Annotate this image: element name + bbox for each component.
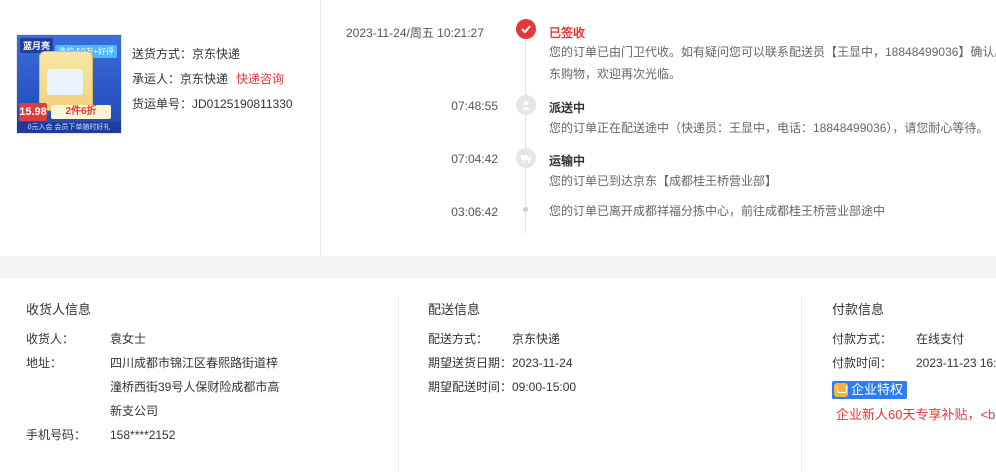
receiver-address-line: 潼桥西街39号人保财险成都市高 (110, 380, 280, 394)
tracking-number-label: 货运单号： (132, 97, 193, 111)
product-deal-badge: 2件6折 (51, 105, 111, 119)
product-price-badge: 15.98 (19, 103, 47, 121)
timeline-status-title: 已签收 (549, 26, 586, 40)
timeline-status-desc: 您的订单已到达京东【成都桂王桥营业部】 (549, 174, 778, 188)
delivery-time-label: 期望配送时间： (428, 380, 513, 394)
delivery-time-row: 期望配送时间：09:00-15:00 (428, 378, 576, 395)
timeline-time: 2023-11-24/周五 10:21:27 (346, 26, 484, 40)
carrier-value: 京东快递 (180, 72, 229, 86)
order-tracking-panel: 蓝月亮 洗护 50万+好评 15.98 2件6折 0元入会 会员下单随时好礼 送… (0, 0, 996, 256)
payment-info-title: 付款信息 (832, 302, 885, 317)
payment-method-value: 在线支付 (916, 332, 965, 346)
delivery-method-label: 配送方式： (428, 332, 489, 346)
receiver-phone-value: 158****2152 (110, 428, 176, 442)
payment-time-value: 2023-11-23 16: (916, 356, 996, 370)
courier-consult-link[interactable]: 快递咨询 (236, 72, 284, 86)
receiver-address-label: 地址： (26, 356, 63, 370)
panel-divider (320, 0, 321, 256)
delivery-date-label: 期望送货日期： (428, 356, 513, 370)
timeline-status-desc: 东购物，欢迎再次光临。 (549, 67, 682, 81)
timeline-line (525, 28, 526, 234)
timeline-status-desc: 您的订单已由门卫代收。如有疑问您可以联系配送员【王显中，18848499036】… (549, 45, 996, 59)
column-divider (398, 296, 399, 472)
tracking-number-row: 货运单号：JD0125190811330 (132, 95, 293, 112)
receiver-info-title: 收货人信息 (26, 302, 92, 317)
payment-time-row: 付款时间： 2023-11-23 16: (832, 354, 996, 371)
shipping-method-label: 送货方式： (132, 47, 193, 61)
timeline-status-title: 运输中 (549, 154, 586, 168)
payment-method-row: 付款方式： 在线支付 (832, 330, 964, 347)
gift-icon (834, 383, 848, 397)
delivery-method-value: 京东快递 (512, 332, 561, 346)
check-icon (516, 19, 536, 39)
delivery-time-value: 09:00-15:00 (512, 380, 577, 394)
delivery-person-icon (516, 95, 536, 115)
timeline-time: 03:06:42 (451, 205, 498, 219)
shipping-method-row: 送货方式：京东快递 (132, 45, 240, 62)
delivery-date-value: 2023-11-24 (512, 356, 573, 370)
carrier-row: 承运人：京东快递 快递咨询 (132, 70, 284, 87)
shipping-method-value: 京东快递 (192, 47, 241, 61)
transit-icon (516, 148, 536, 168)
product-member-strip: 0元入会 会员下单随时好礼 (17, 122, 121, 133)
receiver-address-line: 新支公司 (110, 404, 159, 418)
tracking-number-value: JD0125190811330 (192, 97, 293, 111)
payment-time-label: 付款时间： (832, 356, 893, 370)
timeline-dot (523, 207, 528, 212)
product-bottle-label (47, 69, 83, 95)
timeline-status-title: 派送中 (549, 101, 586, 115)
enterprise-perk-label: 企业特权 (851, 382, 904, 397)
order-info-section: 收货人信息 收货人： 袁女士 地址： 四川成都市锦江区春熙路街道梓 潼桥西街39号… (0, 278, 996, 472)
receiver-name-value: 袁女士 (110, 332, 147, 346)
enterprise-perk-badge[interactable]: 企业特权 (832, 381, 908, 399)
receiver-name-row: 收货人： 袁女士 (26, 330, 146, 347)
product-thumbnail[interactable]: 蓝月亮 洗护 50万+好评 15.98 2件6折 0元入会 会员下单随时好礼 (16, 34, 122, 134)
timeline-time: 07:48:55 (451, 99, 498, 113)
timeline-time: 07:04:42 (451, 152, 498, 166)
enterprise-perk-promo[interactable]: 企业新人60天专享补贴，<br> (836, 404, 996, 423)
carrier-label: 承运人： (132, 72, 181, 86)
section-separator (0, 256, 996, 278)
payment-method-label: 付款方式： (832, 332, 893, 346)
delivery-info-title: 配送信息 (428, 302, 481, 317)
receiver-phone-row: 手机号码： 158****2152 (26, 426, 175, 443)
receiver-name-label: 收货人： (26, 332, 75, 346)
timeline-status-desc: 您的订单已离开成都祥福分拣中心，前往成都桂王桥营业部途中 (549, 204, 886, 218)
delivery-method-row: 配送方式： 京东快递 (428, 330, 560, 347)
timeline-status-desc: 您的订单正在配送途中（快递员：王显中，电话：18848499036），请您耐心等… (549, 121, 989, 135)
column-divider (801, 296, 802, 472)
delivery-date-row: 期望送货日期：2023-11-24 (428, 354, 573, 371)
receiver-address-line: 四川成都市锦江区春熙路街道梓 (110, 356, 279, 370)
receiver-phone-label: 手机号码： (26, 428, 87, 442)
